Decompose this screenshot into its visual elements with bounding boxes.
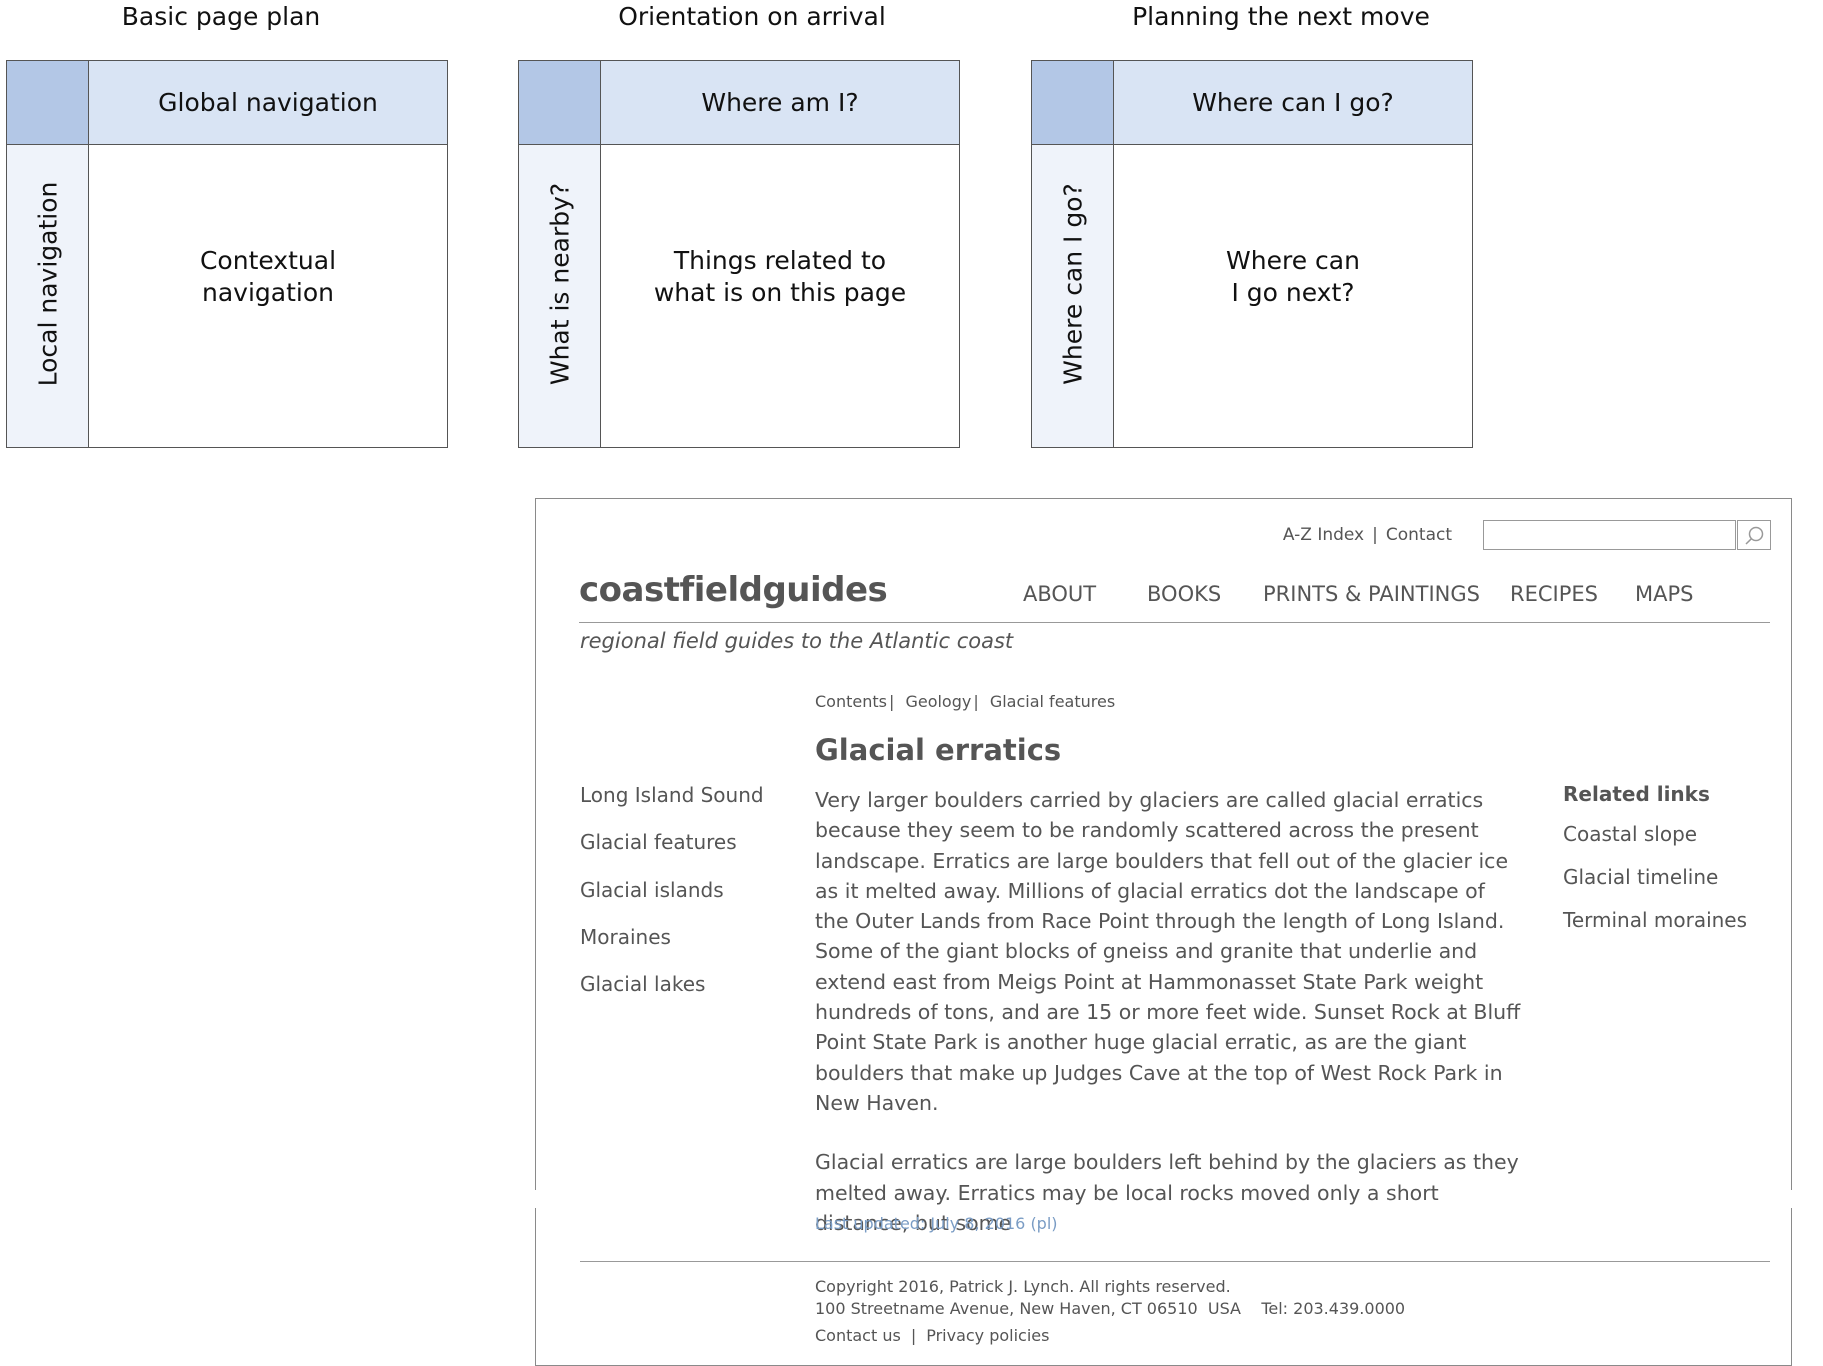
diagram-title-orientation: Orientation on arrival (618, 2, 886, 31)
diagram-side-label: Local navigation (33, 181, 62, 387)
local-nav-item[interactable]: Moraines (580, 925, 764, 972)
diagram-top-region: Where can I go? (1114, 61, 1472, 145)
diagram-center-label: Contextual navigation (199, 246, 337, 307)
a-z-index-link[interactable]: A-Z Index (1283, 525, 1364, 545)
main-nav-about[interactable]: ABOUT (1023, 582, 1096, 606)
main-nav-books[interactable]: BOOKS (1147, 582, 1221, 606)
diagram-center-label: Where can I go next? (1226, 246, 1360, 307)
article-paragraph: Very larger boulders carried by glaciers… (815, 788, 1521, 1115)
breadcrumb-separator: | (888, 692, 895, 711)
search-icon (1745, 526, 1764, 545)
diagram-side-label: Where can I go? (1058, 183, 1087, 385)
diagram-top-label: Where can I go? (1192, 88, 1394, 117)
diagram-side-region: Local navigation (7, 145, 89, 447)
breadcrumb-glacial-features[interactable]: Glacial features (990, 692, 1115, 711)
diagram-top-region: Global navigation (89, 61, 447, 145)
diagram-title-planning: Planning the next move (1132, 2, 1430, 31)
related-link[interactable]: Glacial timeline (1563, 865, 1747, 908)
main-nav-prints-paintings[interactable]: PRINTS & PAINTINGS (1263, 582, 1480, 606)
diagram-top-region: Where am I? (601, 61, 959, 145)
page-wireframe: A-Z Index | Contact coastfieldguides ABOUT… (535, 498, 1792, 1366)
related-links-heading: Related links (1563, 782, 1710, 806)
local-nav-item[interactable]: Glacial islands (580, 878, 764, 925)
diagram-top-label: Where am I? (701, 88, 859, 117)
site-tagline: regional field guides to the Atlantic co… (580, 629, 1014, 653)
utility-nav: A-Z Index | Contact (1283, 525, 1452, 545)
diagram-top-label: Global navigation (158, 88, 378, 117)
search-input[interactable] (1483, 520, 1736, 550)
breadcrumb-contents[interactable]: Contents (815, 692, 887, 711)
diagram-side-label: What is nearby? (545, 182, 574, 386)
related-links: Related links Coastal slope Glacial time… (1563, 782, 1747, 951)
diagram-corner-block (7, 61, 89, 145)
related-link[interactable]: Coastal slope (1563, 822, 1747, 865)
local-nav-item[interactable]: Glacial features (580, 830, 764, 877)
diagram-side-region: What is nearby? (519, 145, 601, 447)
diagram-corner-block (519, 61, 601, 145)
local-nav-item[interactable]: Glacial lakes (580, 972, 764, 1019)
diagram-planning-next-move: Where can I go? Where can I go? Where ca… (1031, 60, 1473, 448)
header-divider (579, 622, 1770, 623)
last-updated: Last updated: July 8, 2016 (pl) (815, 1214, 1058, 1233)
footer-links: Contact us | Privacy policies (815, 1326, 1049, 1345)
diagram-side-region: Where can I go? (1032, 145, 1114, 447)
diagram-corner-block (1032, 61, 1114, 145)
main-nav-recipes[interactable]: RECIPES (1510, 582, 1598, 606)
address-line: 100 Streetname Avenue, New Haven, CT 065… (815, 1299, 1406, 1318)
footer-divider (580, 1261, 1770, 1262)
privacy-policies-link[interactable]: Privacy policies (926, 1326, 1049, 1345)
utility-separator: | (1372, 525, 1378, 545)
diagram-basic-page-plan: Global navigation Local navigation Conte… (6, 60, 448, 448)
diagram-title-basic-page-plan: Basic page plan (121, 2, 321, 31)
copyright-line: Copyright 2016, Patrick J. Lynch. All ri… (815, 1277, 1231, 1296)
breadcrumb-separator: | (973, 692, 979, 711)
site-logo[interactable]: coastfieldguides (579, 570, 888, 610)
page-title: Glacial erratics (815, 733, 1062, 767)
contact-us-link[interactable]: Contact us (815, 1326, 901, 1345)
article-body: Very larger boulders carried by glaciers… (815, 785, 1523, 1267)
footer-separator: | (910, 1326, 917, 1345)
main-nav-maps[interactable]: MAPS (1635, 582, 1693, 606)
local-nav-item[interactable]: Long Island Sound (580, 783, 764, 830)
contact-link[interactable]: Contact (1386, 525, 1452, 545)
breadcrumb: Contents | Geology | Glacial features (815, 692, 1115, 711)
diagram-center-label: Things related to what is on this page (653, 246, 907, 307)
local-nav: Long Island Sound Glacial features Glaci… (580, 783, 764, 1019)
diagram-orientation-on-arrival: Where am I? What is nearby? Things relat… (518, 60, 960, 448)
related-link[interactable]: Terminal moraines (1563, 908, 1747, 951)
search-button[interactable] (1737, 520, 1771, 550)
breadcrumb-geology[interactable]: Geology (905, 692, 971, 711)
footer-copyright: Copyright 2016, Patrick J. Lynch. All ri… (815, 1276, 1405, 1320)
